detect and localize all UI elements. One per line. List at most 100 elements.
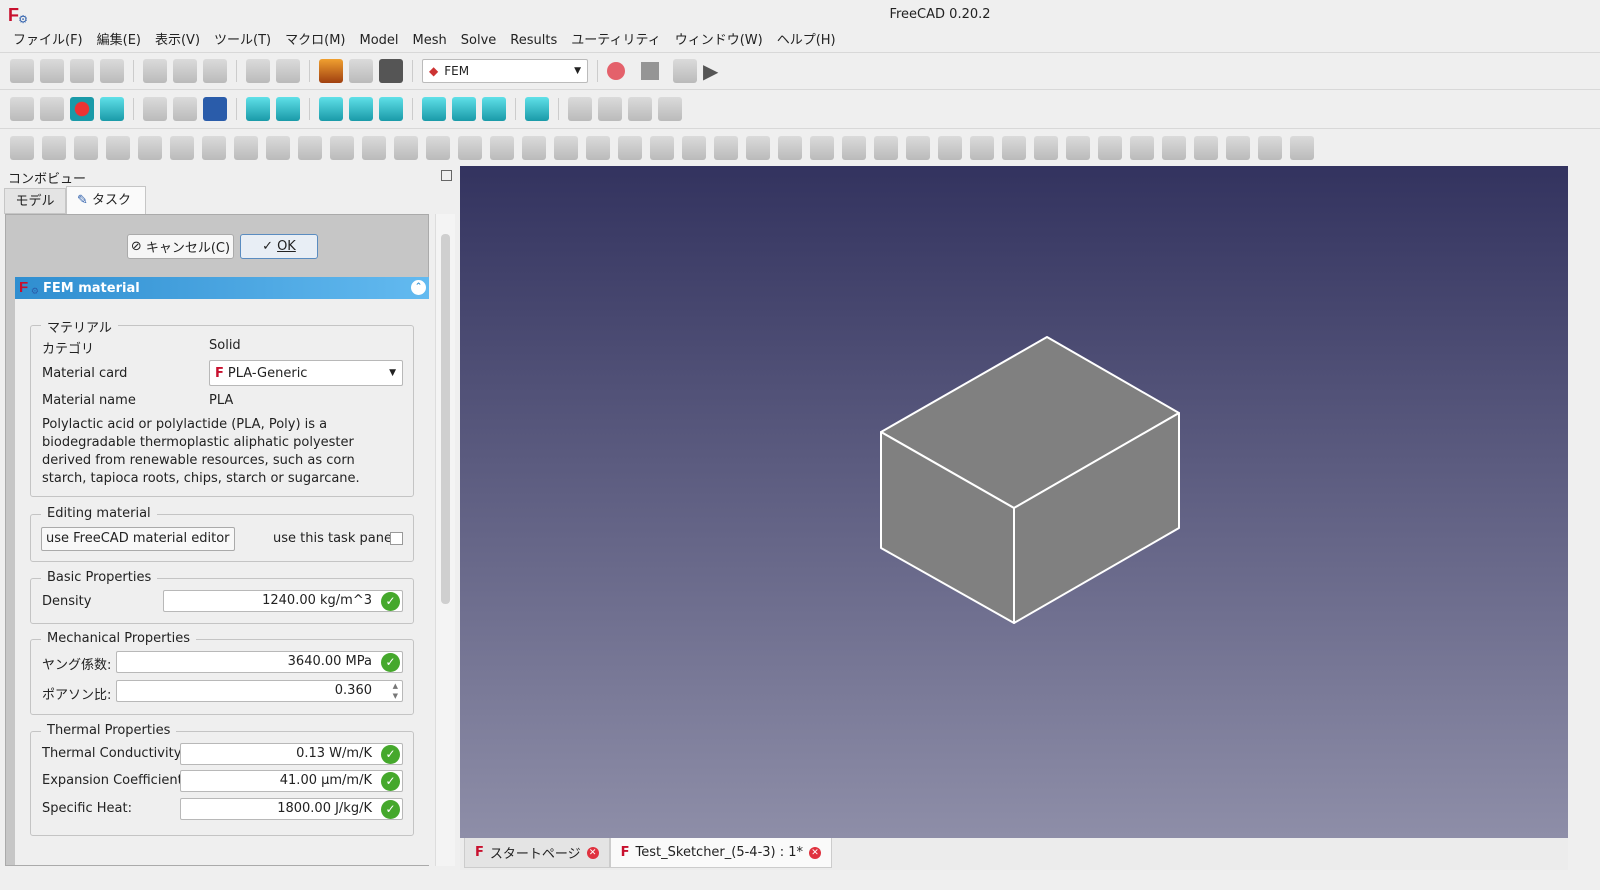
front-view-icon[interactable] — [319, 97, 343, 121]
isometric-view-icon[interactable] — [276, 97, 300, 121]
temperature-icon[interactable] — [778, 135, 802, 160]
redo-icon[interactable] — [276, 59, 300, 83]
menu-help[interactable]: ヘルプ(H) — [770, 30, 843, 52]
sync-view-icon[interactable] — [203, 97, 227, 121]
mesh-gmsh-icon[interactable] — [906, 135, 930, 160]
collapse-icon[interactable]: ⌃ — [411, 280, 426, 295]
initial-flow-icon[interactable] — [362, 135, 386, 160]
measure-icon[interactable] — [525, 97, 549, 121]
constraint-icon[interactable] — [330, 135, 354, 160]
paste-icon[interactable] — [203, 59, 227, 83]
stop-macro-icon[interactable] — [641, 62, 659, 80]
menu-file[interactable]: ファイル(F) — [6, 30, 90, 52]
right-view-icon[interactable] — [379, 97, 403, 121]
shell-thickness-icon[interactable] — [298, 135, 322, 160]
tie-icon[interactable] — [554, 135, 578, 160]
workbench-selector[interactable]: ◆ FEM ▼ — [422, 59, 588, 83]
material-nonlinear-icon[interactable] — [106, 135, 130, 160]
back-icon[interactable] — [143, 97, 167, 121]
ok-button[interactable]: ✓ OK — [240, 234, 318, 259]
rear-view-icon[interactable] — [422, 97, 446, 121]
new-file-icon[interactable] — [10, 59, 34, 83]
youngs-modulus-input[interactable]: 3640.00 MPa ✓ — [116, 651, 403, 673]
create-group-icon[interactable] — [598, 97, 622, 121]
warp-icon[interactable] — [1194, 135, 1218, 160]
bounding-box-icon[interactable] — [100, 97, 124, 121]
analysis-icon[interactable] — [10, 135, 34, 160]
spring-icon[interactable] — [586, 135, 610, 160]
mesh-region-icon[interactable] — [970, 135, 994, 160]
copy-icon[interactable] — [173, 59, 197, 83]
cancel-button[interactable]: ⊘ キャンセル(C) — [127, 234, 234, 259]
material-reinforced-icon[interactable] — [138, 135, 162, 160]
menu-results[interactable]: Results — [503, 30, 564, 52]
top-view-icon[interactable] — [349, 97, 373, 121]
pressure-icon[interactable] — [650, 135, 674, 160]
menu-edit[interactable]: 編集(E) — [90, 30, 148, 52]
beam-section-icon[interactable] — [234, 135, 258, 160]
mesh-netgen-icon[interactable] — [874, 135, 898, 160]
menu-macro[interactable]: マクロ(M) — [278, 30, 352, 52]
contact-icon[interactable] — [522, 135, 546, 160]
box-model[interactable] — [460, 166, 1568, 838]
material-card-select[interactable]: F PLA-Generic ▼ — [209, 360, 403, 386]
specific-heat-input[interactable]: 1800.00 J/kg/K ✓ — [180, 798, 403, 820]
data-along-line-icon[interactable] — [1226, 135, 1250, 160]
heatflux-icon[interactable] — [810, 135, 834, 160]
fit-all-icon[interactable] — [10, 97, 34, 121]
clipping-icon[interactable] — [1130, 135, 1154, 160]
zoom-icon[interactable] — [246, 97, 270, 121]
bearing-icon[interactable] — [746, 135, 770, 160]
close-tab-icon[interactable]: ✕ — [809, 846, 822, 859]
mesh-group-icon[interactable] — [1002, 135, 1026, 160]
draw-style-icon[interactable] — [70, 97, 94, 121]
menu-tools[interactable]: ツール(T) — [207, 30, 278, 52]
material-editor-button[interactable]: use FreeCAD material editor — [41, 527, 235, 551]
menu-utilities[interactable]: ユーティリティ — [564, 30, 667, 52]
open-file-icon[interactable] — [40, 59, 64, 83]
self-weight-icon[interactable] — [714, 135, 738, 160]
material-solid-icon[interactable] — [42, 135, 66, 160]
scalar-clip-icon[interactable] — [1162, 135, 1186, 160]
undo-icon[interactable] — [246, 59, 270, 83]
fem-material-header[interactable]: F ⚙ FEM material ⌃ — [15, 277, 429, 299]
flow-velocity-icon[interactable] — [394, 135, 418, 160]
tab-test-sketcher[interactable]: F Test_Sketcher_(5-4-3) : 1* ✕ — [609, 838, 833, 868]
bottom-view-icon[interactable] — [452, 97, 476, 121]
close-tab-icon[interactable]: ✕ — [586, 846, 599, 859]
left-view-icon[interactable] — [482, 97, 506, 121]
menu-view[interactable]: 表示(V) — [148, 30, 207, 52]
body-heat-icon[interactable] — [842, 135, 866, 160]
spin-arrows-icon[interactable]: ▲ ▼ — [393, 681, 398, 701]
create-part-icon[interactable] — [568, 97, 592, 121]
task-panel-checkbox[interactable] — [390, 532, 403, 545]
solver-icon[interactable] — [1034, 135, 1058, 160]
z88-icon[interactable] — [1098, 135, 1122, 160]
poisson-ratio-spinbox[interactable]: 0.360 ▲ ▼ — [116, 680, 403, 702]
task-panel-scrollbar[interactable] — [435, 214, 455, 866]
density-input[interactable]: 1240.00 kg/m^3 ✓ — [163, 590, 403, 612]
menu-window[interactable]: ウィンドウ(W) — [668, 30, 770, 52]
cut-icon[interactable] — [143, 59, 167, 83]
run-macro-icon[interactable]: ▶ — [703, 59, 718, 83]
expansion-coefficient-input[interactable]: 41.00 µm/m/K ✓ — [180, 770, 403, 792]
force-icon[interactable] — [618, 135, 642, 160]
section-print-icon[interactable] — [202, 135, 226, 160]
record-macro-icon[interactable] — [607, 62, 625, 80]
thermal-conductivity-input[interactable]: 0.13 W/m/K ✓ — [180, 743, 403, 765]
scrollbar-thumb[interactable] — [441, 234, 450, 604]
elmer-icon[interactable] — [1066, 135, 1090, 160]
forward-icon[interactable] — [173, 97, 197, 121]
menu-solve[interactable]: Solve — [454, 30, 504, 52]
refresh-icon[interactable] — [349, 59, 373, 83]
link-icon[interactable] — [628, 97, 652, 121]
undock-icon[interactable] — [441, 170, 452, 181]
material-mixed-icon[interactable] — [170, 135, 194, 160]
beam-rotation-icon[interactable] — [266, 135, 290, 160]
thermometer-icon[interactable] — [1290, 135, 1314, 160]
material-fluid-icon[interactable] — [74, 135, 98, 160]
centrif-icon[interactable] — [682, 135, 706, 160]
fixed-icon[interactable] — [426, 135, 450, 160]
tab-task[interactable]: ✎ タスク — [66, 186, 146, 214]
link-actions-icon[interactable] — [658, 97, 682, 121]
